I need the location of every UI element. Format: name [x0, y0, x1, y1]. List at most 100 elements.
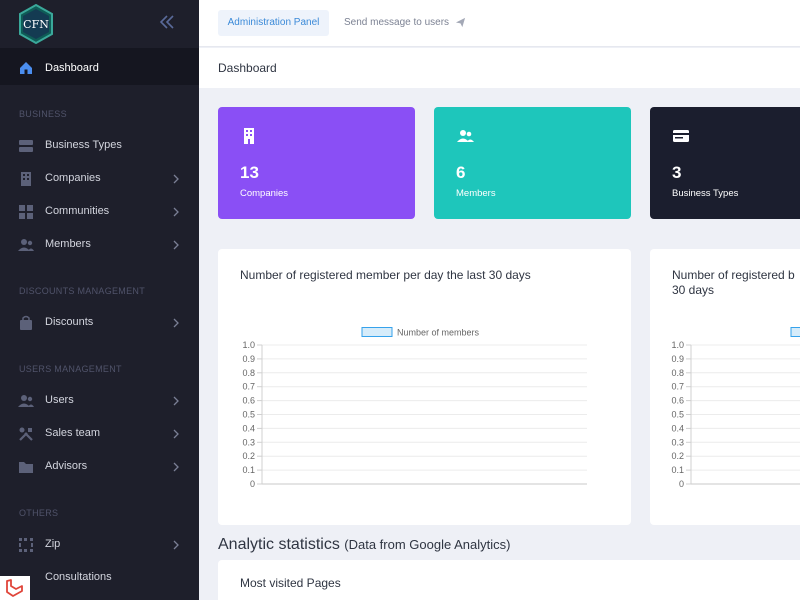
y-tick-label: 0.3: [671, 437, 684, 447]
server-icon: [18, 138, 34, 154]
sidebar-item-companies[interactable]: Companies: [0, 162, 199, 195]
sidebar: CFN Dashboard BUSINESS Business Types Co…: [0, 0, 199, 600]
sidebar-header: CFN: [0, 0, 199, 47]
stat-card-members[interactable]: 6 Members: [434, 107, 631, 219]
card-icon: [672, 127, 690, 145]
send-message-link[interactable]: Send message to users: [344, 10, 466, 36]
analytics-heading: Analytic statistics (Data from Google An…: [218, 536, 510, 554]
y-tick-label: 0: [679, 479, 684, 489]
chevron-right-icon: [172, 207, 180, 217]
sidebar-item-sales-team[interactable]: Sales team: [0, 417, 199, 450]
stat-label: Members: [456, 188, 496, 199]
y-tick-label: 1.0: [242, 340, 255, 350]
y-tick-label: 0.7: [242, 382, 255, 392]
chevron-right-icon: [172, 240, 180, 250]
members-chart: Number of members 1.0 0.9 0.8 0.7 0.6 0.5 0.4 0…: [218, 249, 631, 525]
y-tick-label: 0.5: [242, 410, 255, 420]
cfn-logo[interactable]: CFN: [18, 4, 54, 44]
chevron-right-icon: [172, 540, 180, 550]
y-tick-label: 0.2: [242, 451, 255, 461]
stat-card-business-types[interactable]: 3 Business Types: [650, 107, 800, 219]
y-tick-label: 0.1: [671, 465, 684, 475]
sidebar-item-business-types[interactable]: Business Types: [0, 129, 199, 162]
breadcrumb-bar: Dashboard: [199, 48, 800, 88]
sidebar-item-label: Users: [45, 394, 74, 406]
sidebar-item-label: Advisors: [45, 460, 87, 472]
y-tick-label: 0.7: [671, 382, 684, 392]
laravel-icon: [0, 576, 30, 600]
sidebar-item-zip[interactable]: Zip: [0, 528, 199, 561]
chevron-right-icon: [172, 174, 180, 184]
most-visited-panel: Most visited Pages: [218, 560, 800, 600]
users-icon: [456, 127, 474, 145]
chevron-right-icon: [172, 396, 180, 406]
building-icon: [18, 171, 34, 187]
users-icon: [18, 393, 34, 409]
analytics-title: Analytic statistics: [218, 536, 340, 553]
tab-administration-panel[interactable]: Administration Panel: [218, 10, 329, 36]
chevron-right-icon: [172, 429, 180, 439]
most-visited-title: Most visited Pages: [240, 576, 341, 590]
y-tick-label: 0.2: [671, 451, 684, 461]
sidebar-item-label: Business Types: [45, 139, 122, 151]
stat-value: 3: [672, 163, 681, 183]
send-message-label: Send message to users: [344, 17, 449, 28]
y-tick-label: 0.1: [242, 465, 255, 475]
y-tick-label: 0.8: [671, 368, 684, 378]
sidebar-item-label: Members: [45, 238, 91, 250]
building-icon: [240, 127, 258, 145]
y-tick-label: 0.4: [242, 423, 255, 433]
y-tick-label: 0.6: [671, 396, 684, 406]
legend-label: Number of members: [397, 328, 480, 338]
y-tick-label: 0.9: [242, 354, 255, 364]
sidebar-item-label: Sales team: [45, 427, 100, 439]
y-tick-label: 0.5: [671, 410, 684, 420]
grid-icon: [18, 204, 34, 220]
laravel-badge[interactable]: [0, 576, 30, 600]
sidebar-section-discounts: DISCOUNTS MANAGEMENT: [19, 286, 145, 296]
chart-panel-members: Number of registered member per day the …: [218, 249, 631, 525]
y-tick-label: 0.6: [242, 396, 255, 406]
y-tick-label: 0.9: [671, 354, 684, 364]
sidebar-item-users[interactable]: Users: [0, 384, 199, 417]
chart-panel-business: Number of registered b30 days 1.00.90.80…: [650, 249, 800, 525]
sidebar-item-label: Companies: [45, 172, 101, 184]
sidebar-item-label: Dashboard: [45, 62, 99, 74]
sidebar-item-label: Zip: [45, 538, 60, 550]
stat-label: Companies: [240, 188, 288, 199]
sidebar-item-advisors[interactable]: Advisors: [0, 450, 199, 483]
logo-text: CFN: [23, 18, 49, 31]
zip-icon: [18, 537, 34, 553]
users-icon: [18, 237, 34, 253]
folder-icon: [18, 459, 34, 475]
collapse-sidebar-icon[interactable]: [158, 13, 176, 31]
stat-card-companies[interactable]: 13 Companies: [218, 107, 415, 219]
y-tick-label: 0: [250, 479, 255, 489]
sidebar-item-discounts[interactable]: Discounts: [0, 306, 199, 339]
sidebar-item-dashboard[interactable]: Dashboard: [0, 48, 199, 85]
chevron-right-icon: [172, 462, 180, 472]
chevron-right-icon: [172, 318, 180, 328]
sidebar-item-label: Communities: [45, 205, 109, 217]
y-tick-label: 1.0: [671, 340, 684, 350]
sidebar-item-communities[interactable]: Communities: [0, 195, 199, 228]
page-title: Dashboard: [218, 61, 277, 75]
paper-plane-icon: [455, 17, 466, 28]
sidebar-section-users: USERS MANAGEMENT: [19, 364, 122, 374]
legend-swatch: [791, 328, 800, 337]
y-tick-label: 0.3: [242, 437, 255, 447]
business-chart: 1.0 0.9 0.8 0.7 0.6 0.5 0.4 0.3 0.2 0.1 0: [650, 249, 800, 525]
bag-icon: [18, 315, 34, 331]
top-navbar: Administration Panel Send message to use…: [199, 0, 800, 47]
y-tick-label: 0.8: [242, 368, 255, 378]
tools-icon: [18, 426, 34, 442]
stat-value: 13: [240, 163, 259, 183]
analytics-subtitle: (Data from Google Analytics): [344, 537, 510, 552]
home-icon: [18, 60, 34, 76]
sidebar-item-members[interactable]: Members: [0, 228, 199, 261]
legend-swatch: [362, 328, 392, 337]
y-tick-label: 0.4: [671, 423, 684, 433]
sidebar-section-others: OTHERS: [19, 508, 58, 518]
stat-label: Business Types: [672, 188, 738, 199]
sidebar-item-label: Consultations: [45, 571, 112, 583]
